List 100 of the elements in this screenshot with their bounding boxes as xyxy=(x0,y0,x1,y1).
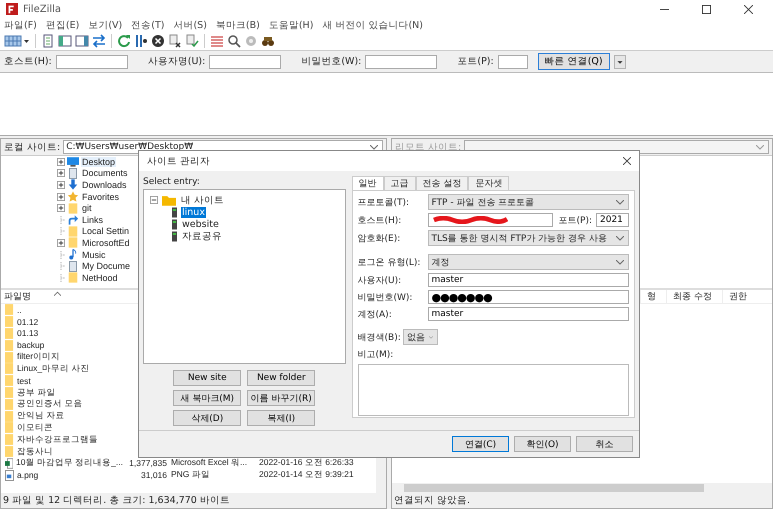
collapse-icon[interactable] xyxy=(150,196,158,204)
dialog-button[interactable]: 연결(C) xyxy=(452,436,509,452)
tree-item[interactable]: git xyxy=(81,203,93,214)
folder-icon xyxy=(67,226,79,237)
file-name[interactable]: 10월 마감업무 정리내용_... xyxy=(16,457,123,470)
tree-item[interactable]: Documents xyxy=(81,168,129,178)
dialog-button[interactable]: New folder xyxy=(247,370,316,386)
tab[interactable]: 고급 xyxy=(384,176,416,190)
dialog-button[interactable]: 삭제(D) xyxy=(173,410,242,426)
tree-item[interactable]: Downloads xyxy=(81,180,128,190)
menu-item[interactable]: 보기(V) xyxy=(88,18,122,32)
refresh-icon[interactable] xyxy=(117,34,131,48)
panel-icon[interactable] xyxy=(75,34,89,48)
expand-icon[interactable] xyxy=(57,180,65,189)
file-name[interactable]: filter이미지 xyxy=(17,351,60,364)
dropdown[interactable]: FTP - 파일 전송 프로토콜 xyxy=(428,194,629,210)
panel-icon[interactable] xyxy=(58,34,72,48)
document-icon xyxy=(67,260,79,272)
tree-item[interactable]: 자료공유 xyxy=(181,230,223,242)
input-field[interactable] xyxy=(56,54,128,68)
folder-icon xyxy=(5,410,14,422)
tab[interactable]: 문자셋 xyxy=(468,176,510,190)
menu-item[interactable]: 전송(T) xyxy=(131,18,164,32)
column-title[interactable]: 파일명 xyxy=(4,290,54,303)
dialog-button[interactable]: New site xyxy=(173,370,242,386)
file-name[interactable]: 잡동사니 xyxy=(17,446,53,458)
menu-item[interactable]: 파일(F) xyxy=(4,18,37,32)
input-field[interactable] xyxy=(209,54,282,68)
file-name[interactable]: Linux_마무리 사진 xyxy=(17,362,90,375)
comments-field[interactable] xyxy=(358,364,629,416)
document-icon[interactable] xyxy=(41,34,55,48)
input-field[interactable] xyxy=(365,54,438,68)
column-title[interactable]: 최종 수정 xyxy=(666,290,722,303)
input-field[interactable] xyxy=(498,54,528,68)
tree-item[interactable]: 내 사이트 xyxy=(180,194,226,206)
expand-icon[interactable] xyxy=(57,192,65,201)
tree-item[interactable]: NetHood xyxy=(81,272,119,283)
grid-icon[interactable] xyxy=(4,34,30,48)
tree-item[interactable]: MicrosoftEd xyxy=(81,238,131,248)
tree-item[interactable]: My Docume xyxy=(81,261,132,272)
column-title[interactable]: 권한 xyxy=(722,290,757,303)
close-icon[interactable] xyxy=(623,157,631,165)
dialog-button[interactable]: 취소 xyxy=(576,436,633,452)
file-name[interactable]: 공부 파일 xyxy=(17,386,56,399)
tree-item[interactable]: Favorites xyxy=(81,192,120,202)
tree-item[interactable]: Desktop xyxy=(81,156,116,167)
input-field[interactable]: ●●●●●●● xyxy=(428,290,629,304)
tree-item[interactable]: Music xyxy=(81,250,107,260)
field-label: 포트(P): xyxy=(558,214,592,226)
file-name[interactable]: 안익님 자료 xyxy=(17,410,64,422)
tree-item[interactable]: website xyxy=(181,218,220,230)
cancel-icon[interactable] xyxy=(151,34,165,48)
document-icon xyxy=(67,168,79,179)
file-name[interactable]: .. xyxy=(17,304,22,315)
folder-icon xyxy=(162,194,176,206)
tree-item[interactable]: Local Settin xyxy=(81,226,130,236)
file-name[interactable]: 이모티콘 xyxy=(17,422,53,434)
file-name[interactable]: a.png xyxy=(17,470,38,480)
file-name[interactable]: 자바수강프로그램들 xyxy=(17,434,98,446)
dialog-button[interactable]: 복제(I) xyxy=(247,410,316,426)
input-field[interactable]: master xyxy=(428,273,629,287)
sort-caret-icon[interactable] xyxy=(54,291,61,296)
menu-item[interactable]: 서버(S) xyxy=(173,18,207,32)
expand-icon[interactable] xyxy=(57,238,65,247)
menu-item[interactable]: 편집(E) xyxy=(46,18,80,32)
horizontal-scrollbar[interactable] xyxy=(392,483,772,493)
dialog-button[interactable]: 이름 바꾸기(R) xyxy=(247,390,316,406)
dropdown[interactable]: 계정 xyxy=(428,254,629,270)
binoculars-icon[interactable] xyxy=(261,34,275,48)
list-icon[interactable] xyxy=(210,34,224,48)
quickconnect-button[interactable]: 빠른 연결(Q) xyxy=(538,53,610,70)
dropdown[interactable]: 없음 xyxy=(402,329,438,345)
tree-item[interactable]: linux xyxy=(181,206,206,218)
expand-icon[interactable] xyxy=(57,158,65,166)
file-name[interactable]: backup xyxy=(17,340,44,350)
input-field[interactable]: master xyxy=(428,307,629,321)
status-text: 9 파일 및 12 디렉터리. 총 크기: 1,634,770 바이트 xyxy=(3,494,230,507)
input-field[interactable]: 2021 xyxy=(596,213,629,227)
dialog-button[interactable]: 확인(O) xyxy=(514,436,571,452)
maximize-icon[interactable] xyxy=(702,4,711,14)
file-type: PNG 파일 xyxy=(171,469,211,482)
expand-icon[interactable] xyxy=(57,169,65,178)
menu-item[interactable]: 북마크(B) xyxy=(216,18,260,32)
file-name[interactable]: test xyxy=(17,376,31,386)
file-name[interactable]: 공인인증서 모음 xyxy=(17,398,82,410)
tab[interactable]: 일반 xyxy=(352,176,384,190)
file-name[interactable]: 01.13 xyxy=(17,328,38,338)
tree-item[interactable]: Links xyxy=(81,214,104,225)
expand-icon[interactable] xyxy=(57,204,65,212)
tab[interactable]: 전송 설정 xyxy=(416,176,468,190)
field-label: 호스트(H): xyxy=(4,55,52,68)
menu-item[interactable]: 도움말(H) xyxy=(268,18,314,32)
arrows-icon[interactable] xyxy=(92,34,106,48)
close-icon[interactable] xyxy=(744,4,753,14)
arrow-icon xyxy=(67,214,79,226)
search-icon[interactable] xyxy=(227,34,241,48)
dropdown[interactable]: TLS를 통한 명시적 FTP가 가능한 경우 사용 xyxy=(428,230,629,246)
file-name[interactable]: 01.12 xyxy=(17,316,38,327)
dialog-button[interactable]: 새 북마크(M) xyxy=(173,390,242,406)
menu-item[interactable]: 새 버전이 있습니다(N) xyxy=(322,18,423,32)
